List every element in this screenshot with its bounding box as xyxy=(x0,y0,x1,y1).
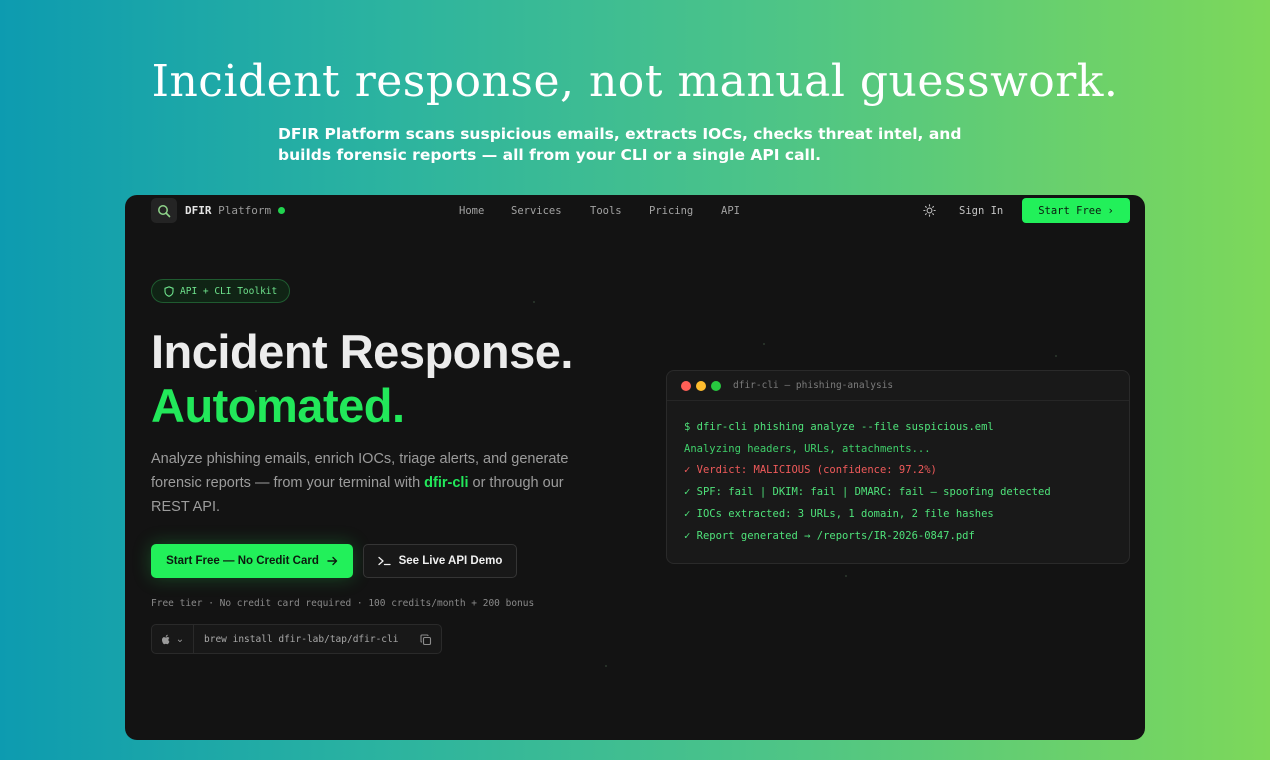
status-dot xyxy=(278,207,285,214)
terminal-title: dfir-cli — phishing-analysis xyxy=(733,380,894,391)
apple-icon xyxy=(161,634,170,644)
theme-toggle-sun-icon[interactable] xyxy=(923,204,936,222)
background-speck xyxy=(1055,355,1057,357)
nav-link-tools[interactable]: Tools xyxy=(590,205,622,217)
terminal-line: ✓ SPF: fail | DKIM: fail | DMARC: fail —… xyxy=(684,486,1051,498)
terminal-title-bar: dfir-cli — phishing-analysis xyxy=(667,371,1129,401)
app-screenshot-frame: DFIR Platform Home Services Tools Pricin… xyxy=(125,195,1145,740)
terminal-window: dfir-cli — phishing-analysis $ dfir-cli … xyxy=(666,370,1130,564)
maximize-dot xyxy=(711,381,721,391)
start-free-label: Start Free xyxy=(1038,204,1102,217)
page-subhead: DFIR Platform scans suspicious emails, e… xyxy=(278,125,962,164)
nav-link-home[interactable]: Home xyxy=(459,205,484,217)
live-api-demo-button[interactable]: See Live API Demo xyxy=(363,544,517,578)
terminal-line: ✓ IOCs extracted: 3 URLs, 1 domain, 2 fi… xyxy=(684,508,994,520)
api-cli-badge: API + CLI Toolkit xyxy=(151,279,291,303)
terminal-line: $ dfir-cli phishing analyze --file suspi… xyxy=(684,421,994,433)
background-speck xyxy=(763,343,765,345)
chevron-right-icon: › xyxy=(1107,204,1114,217)
terminal-line: ✓ Verdict: MALICIOUS (confidence: 97.2%) xyxy=(684,464,937,476)
primary-cta-label: Start Free — No Credit Card xyxy=(166,555,319,567)
terminal-line: ✓ Report generated → /reports/IR-2026-08… xyxy=(684,530,975,542)
install-command: brew install dfir-lab/tap/dfir-cli xyxy=(204,634,399,645)
nav-link-services[interactable]: Services xyxy=(511,205,562,217)
hero-title-line1: Incident Response. xyxy=(151,325,573,378)
copy-icon[interactable] xyxy=(420,633,432,651)
os-selector[interactable]: ⌄ xyxy=(152,625,194,653)
background-speck xyxy=(605,665,607,667)
brand-name[interactable]: DFIR Platform xyxy=(185,204,271,217)
arrow-right-icon xyxy=(327,556,338,566)
background-speck xyxy=(533,301,535,303)
logo[interactable] xyxy=(151,198,177,223)
terminal-line: Analyzing headers, URLs, attachments... xyxy=(684,443,931,455)
start-free-button[interactable]: Start Free › xyxy=(1022,198,1130,223)
top-nav: DFIR Platform Home Services Tools Pricin… xyxy=(125,195,1145,227)
minimize-dot xyxy=(696,381,706,391)
brand-bold: DFIR xyxy=(185,204,212,217)
badge-label: API + CLI Toolkit xyxy=(180,285,278,297)
chevron-down-icon: ⌄ xyxy=(175,633,185,645)
brand-thin: Platform xyxy=(218,204,272,217)
magnifier-icon xyxy=(158,204,171,217)
secondary-cta-label: See Live API Demo xyxy=(398,555,503,567)
shield-icon xyxy=(164,285,174,297)
terminal-prompt-icon xyxy=(377,556,391,566)
hero-lead: Analyze phishing emails, enrich IOCs, tr… xyxy=(151,447,571,519)
nav-link-pricing[interactable]: Pricing xyxy=(649,205,693,217)
lead-highlight-dfir-cli: dfir-cli xyxy=(424,475,469,491)
sign-in-link[interactable]: Sign In xyxy=(959,205,1003,217)
free-tier-note: Free tier · No credit card required · 10… xyxy=(151,598,535,609)
start-free-no-card-button[interactable]: Start Free — No Credit Card xyxy=(151,544,353,578)
background-speck xyxy=(845,575,847,577)
nav-link-api[interactable]: API xyxy=(721,205,740,217)
page-headline: Incident response, not manual guesswork. xyxy=(151,56,1119,107)
hero-title-line2: Automated. xyxy=(151,379,405,432)
install-command-box: ⌄ brew install dfir-lab/tap/dfir-cli xyxy=(151,624,442,654)
close-dot xyxy=(681,381,691,391)
